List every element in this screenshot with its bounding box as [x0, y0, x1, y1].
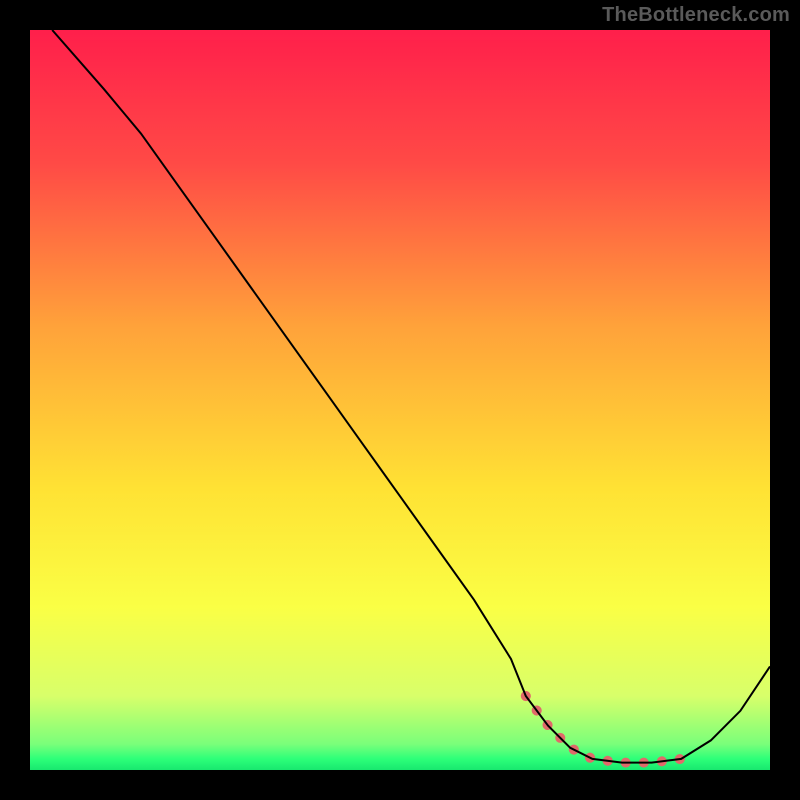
plot-background: [30, 30, 770, 770]
chart-stage: TheBottleneck.com: [0, 0, 800, 800]
bottleneck-plot: [0, 0, 800, 800]
watermark-label: TheBottleneck.com: [602, 4, 790, 27]
